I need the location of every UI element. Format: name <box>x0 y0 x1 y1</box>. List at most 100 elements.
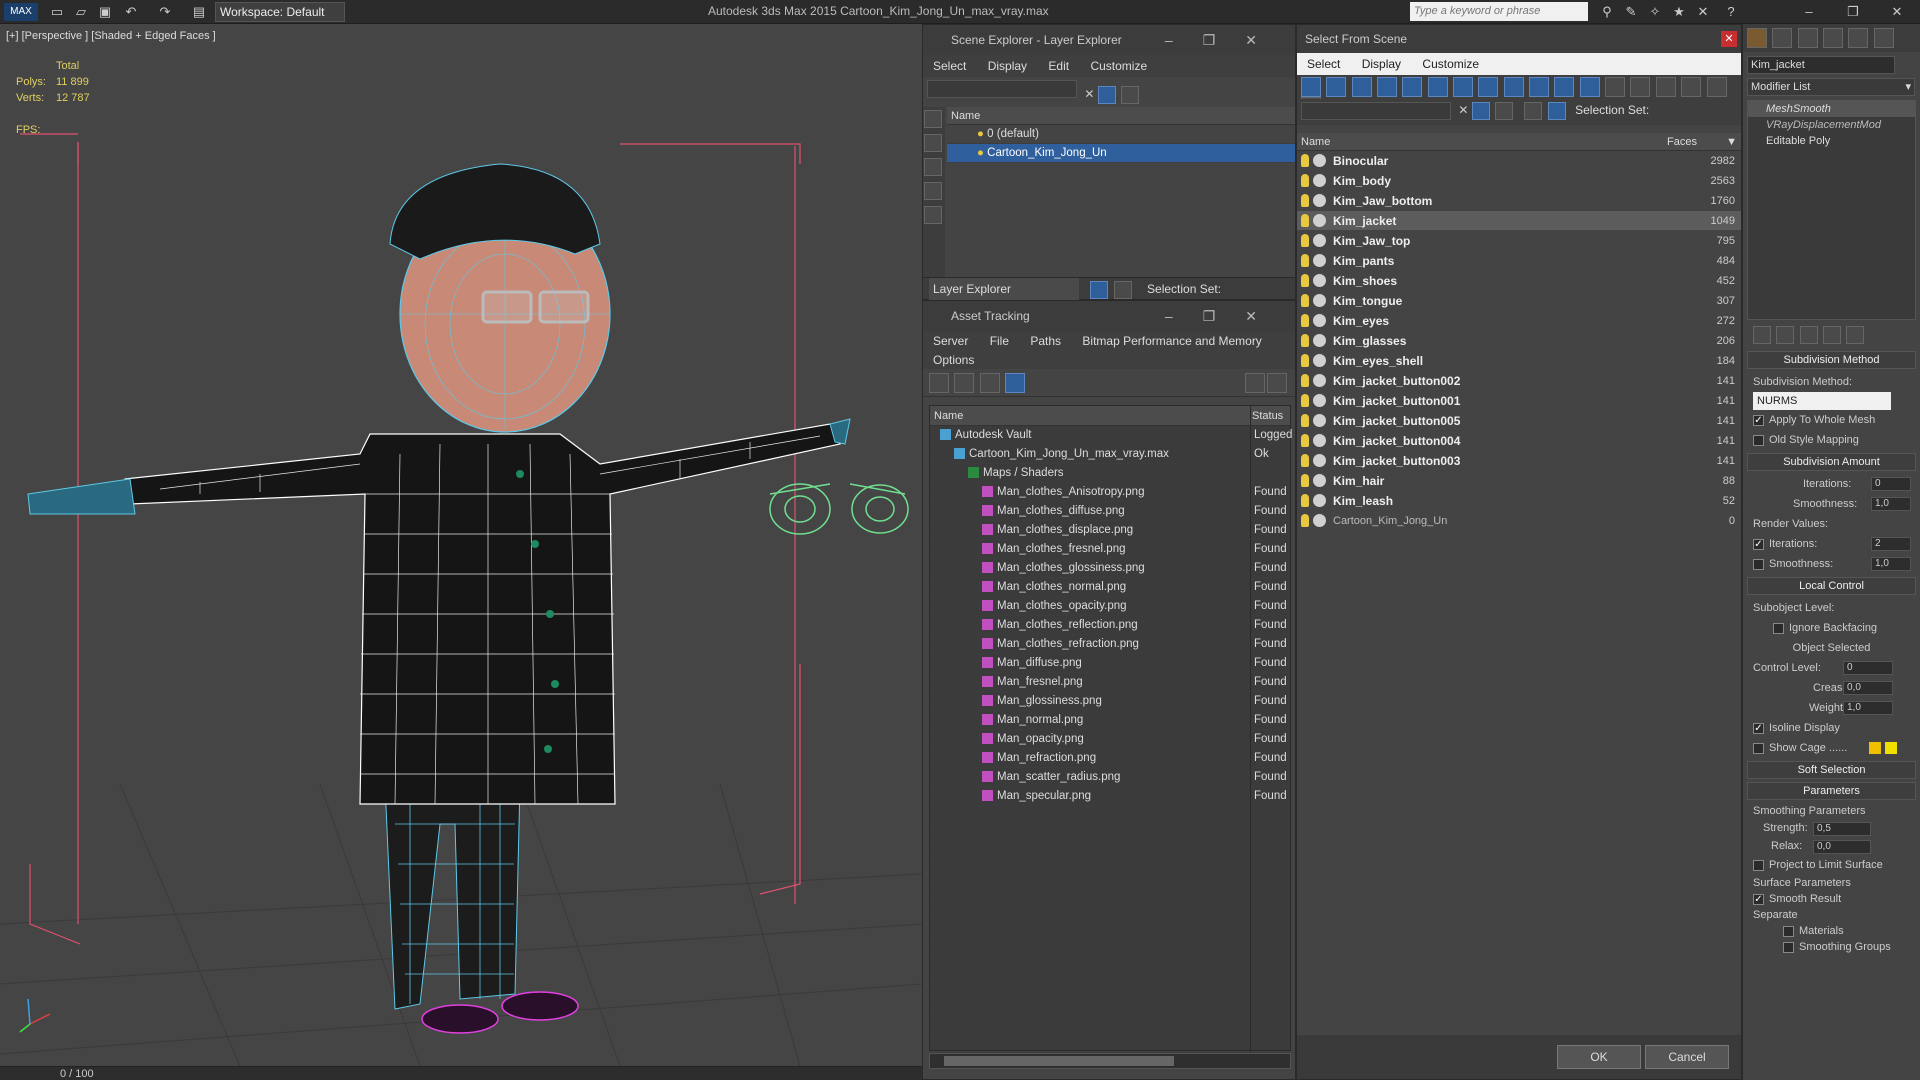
sort-desc-icon[interactable]: ▼ <box>1726 133 1737 151</box>
timeline-slider[interactable]: 0 / 100 <box>0 1066 922 1080</box>
asset-row[interactable]: Man_scatter_radius.png Found <box>930 768 1290 787</box>
display-shapes-icon[interactable] <box>1326 77 1347 97</box>
bulb-icon[interactable] <box>1301 234 1309 247</box>
max-logo-icon[interactable]: MAX <box>4 3 38 21</box>
scene-object-row[interactable]: Kim_hair 88 <box>1297 471 1741 491</box>
clear-filter-icon[interactable]: ✕ <box>1458 103 1468 117</box>
cage-color-swatch-2[interactable] <box>1885 742 1897 754</box>
modify-tab-icon[interactable] <box>1772 28 1793 48</box>
asset-row[interactable]: Man_clothes_glossiness.png Found <box>930 559 1290 578</box>
bulb-icon[interactable] <box>1301 454 1309 467</box>
sfs-filter-input[interactable] <box>1301 102 1451 120</box>
scene-object-row[interactable]: Kim_Jaw_top 795 <box>1297 231 1741 251</box>
scene-object-row[interactable]: Kim_leash 52 <box>1297 491 1741 511</box>
scene-object-row[interactable]: Kim_tongue 307 <box>1297 291 1741 311</box>
display-all-icon[interactable] <box>924 134 942 152</box>
filter-icon[interactable] <box>1681 77 1702 97</box>
stack-item-meshsmooth[interactable]: MeshSmooth <box>1748 101 1915 117</box>
project-limit-row[interactable]: Project to Limit Surface <box>1743 855 1920 875</box>
project-icon[interactable]: ▤ <box>190 3 208 21</box>
clear-filter-icon[interactable]: ✕ <box>1084 87 1094 101</box>
layer-explorer-icon[interactable] <box>1090 280 1109 299</box>
undo-icon[interactable]: ↶ <box>122 3 140 21</box>
help-icon[interactable] <box>1245 373 1265 393</box>
display-geometry-icon[interactable] <box>1301 77 1321 97</box>
asset-row[interactable]: Man_fresnel.png Found <box>930 673 1290 692</box>
sync-icon[interactable] <box>1495 102 1514 120</box>
display-lights-icon[interactable] <box>1351 77 1372 97</box>
remove-modifier-icon[interactable] <box>1823 326 1842 344</box>
bulb-icon[interactable] <box>1301 414 1309 427</box>
menu-server[interactable]: Server <box>933 334 968 348</box>
scene-filter-input[interactable] <box>927 80 1077 98</box>
asset-row[interactable]: Man_clothes_fresnel.png Found <box>930 540 1290 559</box>
apply-whole-mesh-checkbox[interactable]: ✓ <box>1753 414 1764 426</box>
scene-object-row[interactable]: Kim_body 2563 <box>1297 171 1741 191</box>
scene-explorer-title[interactable]: Scene Explorer - Layer Explorer –❐✕ <box>923 25 1295 55</box>
display-none-icon[interactable] <box>1630 77 1651 97</box>
invert-icon[interactable] <box>924 158 942 176</box>
materials-row[interactable]: Materials <box>1743 923 1920 939</box>
isoline-display-checkbox[interactable]: ✓ <box>1753 722 1764 734</box>
cancel-button[interactable]: Cancel <box>1645 1045 1729 1069</box>
display-frozen-icon[interactable] <box>1554 77 1575 97</box>
menu-file[interactable]: File <box>990 334 1009 348</box>
menu-select[interactable]: Select <box>1307 57 1340 71</box>
modifier-list-dropdown[interactable]: Modifier List ▾ <box>1747 78 1915 96</box>
project-limit-checkbox[interactable] <box>1753 859 1764 871</box>
asset-row[interactable]: Man_refraction.png Found <box>930 749 1290 768</box>
scene-object-row[interactable]: Kim_jacket_button005 141 <box>1297 411 1741 431</box>
display-references-icon[interactable] <box>924 206 942 224</box>
menu-edit[interactable]: Edit <box>1048 59 1069 73</box>
subdivision-method-rollout[interactable]: Subdivision Method <box>1747 351 1916 369</box>
new-file-icon[interactable]: ▭ <box>48 3 66 21</box>
smoothing-groups-checkbox[interactable] <box>1783 941 1794 953</box>
thumb-icon[interactable] <box>979 373 1000 393</box>
asset-row[interactable]: Autodesk Vault Logged <box>930 426 1292 445</box>
menu-select[interactable]: Select <box>933 59 966 73</box>
menu-paths[interactable]: Paths <box>1030 334 1061 348</box>
cage-color-swatch-1[interactable] <box>1869 742 1881 754</box>
display-spacewarps-icon[interactable] <box>1427 77 1448 97</box>
stack-item-vraydisplacement[interactable]: VRayDisplacementMod <box>1748 117 1915 133</box>
scene-object-row[interactable]: Cartoon_Kim_Jong_Un 0 <box>1297 511 1741 531</box>
explorer-type-dropdown[interactable]: Layer Explorer <box>929 278 1079 300</box>
find-icon[interactable] <box>1471 102 1490 120</box>
bulb-icon[interactable] <box>1301 194 1309 207</box>
col-faces[interactable]: Faces <box>1667 133 1697 151</box>
bulb-icon[interactable] <box>1301 394 1309 407</box>
bulb-icon[interactable] <box>1301 214 1309 227</box>
scroll-thumb[interactable] <box>944 1056 1174 1066</box>
workspace-dropdown[interactable]: Workspace: Default <box>215 2 345 22</box>
hierarchy-tab-icon[interactable] <box>1797 28 1818 48</box>
asset-hscrollbar[interactable] <box>929 1053 1291 1069</box>
scene-object-row[interactable]: Kim_shoes 452 <box>1297 271 1741 291</box>
bulb-icon[interactable] <box>1301 494 1309 507</box>
asset-row[interactable]: Man_opacity.png Found <box>930 730 1290 749</box>
apply-whole-mesh-row[interactable]: ✓ Apply To Whole Mesh <box>1743 410 1920 430</box>
bulb-icon[interactable]: ● <box>977 128 984 140</box>
window-buttons[interactable]: –❐✕ <box>1165 301 1287 331</box>
open-file-icon[interactable]: ▱ <box>72 3 90 21</box>
asset-row[interactable]: Maps / Shaders <box>930 464 1290 483</box>
display-tab-icon[interactable] <box>1848 28 1869 48</box>
display-containers-icon[interactable] <box>1529 77 1550 97</box>
ok-button[interactable]: OK <box>1557 1045 1641 1069</box>
subdivision-amount-rollout[interactable]: Subdivision Amount <box>1747 453 1916 471</box>
asset-row[interactable]: Man_normal.png Found <box>930 711 1290 730</box>
bulb-icon[interactable] <box>1301 334 1309 347</box>
hierarchy-icon[interactable] <box>1706 77 1727 97</box>
menu-bitmap[interactable]: Bitmap Performance and Memory <box>1082 334 1261 348</box>
scene-object-row[interactable]: Kim_eyes 272 <box>1297 311 1741 331</box>
soft-selection-rollout[interactable]: Soft Selection <box>1747 761 1916 779</box>
bulb-icon[interactable] <box>1301 314 1309 327</box>
minimize-icon[interactable]: – <box>1800 3 1818 21</box>
scene-object-row[interactable]: Kim_Jaw_bottom 1760 <box>1297 191 1741 211</box>
smooth-result-checkbox[interactable]: ✓ <box>1753 893 1764 905</box>
asset-row[interactable]: Man_glossiness.png Found <box>930 692 1290 711</box>
crease-spinner[interactable]: 0,0 <box>1843 681 1893 695</box>
scene-object-row[interactable]: Kim_jacket 1049 <box>1297 211 1741 231</box>
scene-object-row[interactable]: Kim_jacket_button001 141 <box>1297 391 1741 411</box>
search-input[interactable]: Type a keyword or phrase <box>1410 2 1588 21</box>
bulb-icon[interactable] <box>1301 474 1309 487</box>
